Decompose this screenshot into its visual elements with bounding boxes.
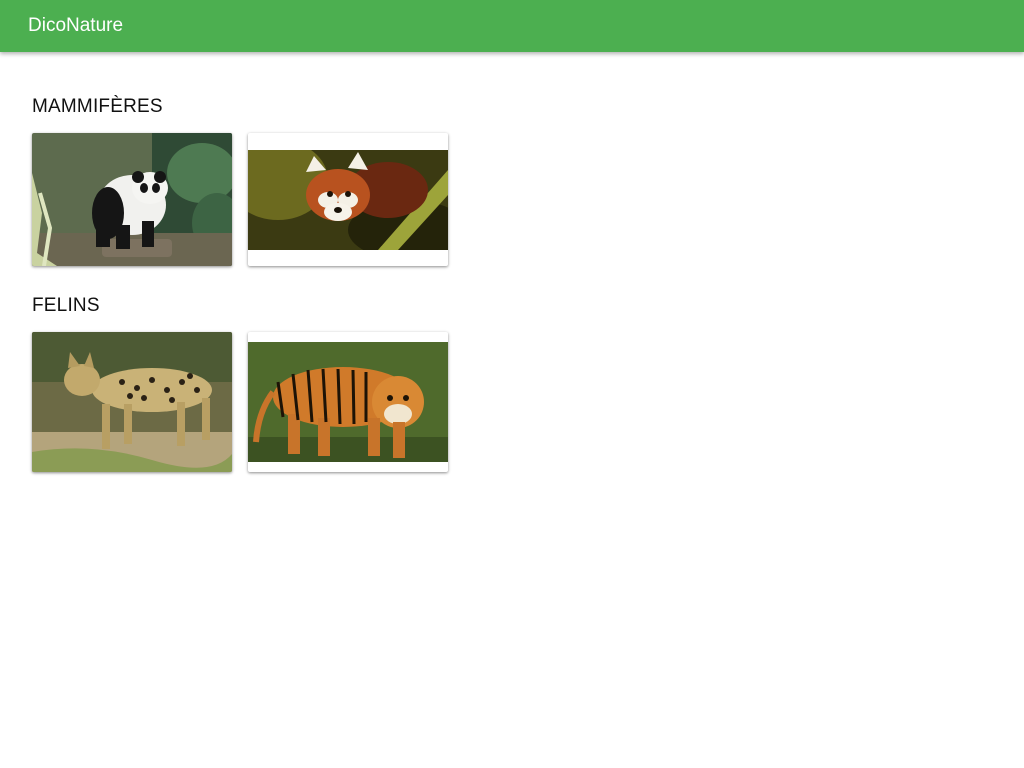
giant-panda-image [32,133,232,266]
serval-image [32,332,232,472]
animal-card-serval[interactable] [32,332,232,472]
red-panda-image [248,150,448,250]
animal-card-giant-panda[interactable] [32,133,232,266]
section-title-felins: FELINS [32,295,100,316]
section-title-mammiferes: MAMMIFÈRES [32,96,163,117]
tiger-image [248,342,448,462]
app-bar: DicoNature [0,0,1024,52]
animal-card-red-panda[interactable] [248,133,448,266]
app-title: DicoNature [28,15,124,36]
animal-card-tiger[interactable] [248,332,448,472]
